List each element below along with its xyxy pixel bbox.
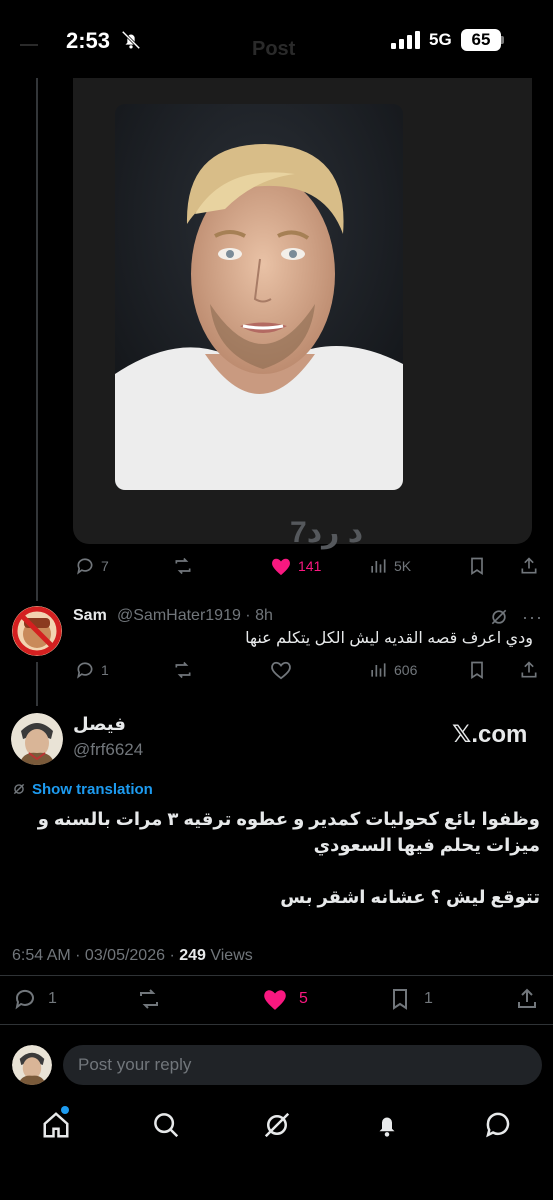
repost-icon bbox=[175, 661, 191, 679]
back-arrow-icon[interactable] bbox=[20, 44, 38, 46]
post-text-line: ميزات يحلم فيها السعودي bbox=[313, 835, 540, 855]
repost-action[interactable] bbox=[172, 660, 194, 680]
like-action[interactable] bbox=[270, 660, 292, 680]
repost-action[interactable] bbox=[135, 987, 163, 1011]
reply-count: 1 bbox=[101, 662, 109, 678]
avatar[interactable] bbox=[11, 713, 63, 765]
reply-author-name[interactable]: Sam bbox=[73, 607, 107, 625]
quoted-card-text: 7د رد bbox=[290, 516, 364, 549]
show-translation-link[interactable]: Show translation bbox=[32, 781, 153, 798]
share-action[interactable] bbox=[519, 660, 539, 680]
views-label: Views bbox=[205, 947, 253, 964]
repost-action[interactable] bbox=[172, 556, 194, 576]
bookmark-count: 1 bbox=[424, 990, 433, 1007]
grok-icon[interactable] bbox=[262, 1110, 292, 1140]
heart-icon bbox=[271, 661, 291, 680]
bookmark-action[interactable]: 1 bbox=[388, 987, 433, 1011]
divider bbox=[0, 975, 553, 976]
bookmark-icon bbox=[393, 989, 407, 1010]
bell-icon[interactable] bbox=[372, 1110, 402, 1140]
bookmark-action[interactable] bbox=[467, 660, 487, 680]
reply-author-handle[interactable]: @SamHater1919 · 8h bbox=[117, 607, 273, 625]
like-count: 141 bbox=[298, 558, 322, 574]
battery-tip bbox=[501, 36, 504, 44]
reply-input[interactable]: Post your reply bbox=[63, 1045, 542, 1085]
thread-line bbox=[36, 78, 38, 601]
post-timestamp: 6:54 AM · 03/05/2026 · bbox=[12, 947, 180, 964]
post-author-handle[interactable]: @frf6624 bbox=[73, 740, 143, 760]
post-text-line: تتوقع ليش ؟ عشانه اشقر بس bbox=[280, 887, 540, 907]
post-author-name[interactable]: فيصل bbox=[73, 714, 126, 735]
avatar[interactable] bbox=[12, 1045, 52, 1085]
heart-filled-icon bbox=[272, 558, 290, 576]
messages-icon[interactable] bbox=[483, 1110, 513, 1140]
share-icon bbox=[521, 661, 537, 678]
post-meta: 6:54 AM · 03/05/2026 · 249 Views bbox=[12, 947, 253, 965]
repost-icon bbox=[140, 989, 158, 1009]
post-text: وظفوا بائع كحوليات كمدير و عطوه ترقيه ٣ … bbox=[10, 806, 540, 910]
share-action[interactable] bbox=[515, 987, 539, 1011]
divider bbox=[0, 1024, 553, 1025]
x-watermark: 𝕏.com bbox=[452, 721, 528, 748]
share-icon bbox=[518, 988, 536, 1008]
battery-indicator: 65 bbox=[461, 29, 501, 51]
signal-icon bbox=[391, 31, 420, 49]
bookmark-icon bbox=[471, 661, 483, 680]
reply-action[interactable]: 7 bbox=[75, 556, 109, 576]
more-options-icon[interactable]: ··· bbox=[522, 607, 543, 628]
comment-icon bbox=[77, 558, 93, 575]
views-count: 606 bbox=[394, 662, 418, 678]
home-icon[interactable] bbox=[41, 1110, 71, 1140]
reply-action[interactable]: 1 bbox=[75, 660, 109, 680]
views-action[interactable]: 5K bbox=[368, 556, 411, 576]
reply-action[interactable]: 1 bbox=[12, 987, 57, 1011]
like-action[interactable]: 141 bbox=[270, 556, 321, 576]
network-label: 5G bbox=[429, 30, 452, 49]
avatar[interactable] bbox=[12, 606, 62, 656]
analytics-icon bbox=[371, 663, 386, 677]
grok-icon[interactable] bbox=[489, 607, 509, 627]
reply-text: ودي اعرف قصه القديه ليش الكل يتكلم عنها bbox=[245, 630, 533, 647]
bookmark-action[interactable] bbox=[467, 556, 487, 576]
views-action[interactable]: 606 bbox=[368, 660, 417, 680]
views-count[interactable]: 249 bbox=[179, 947, 206, 964]
thread-line bbox=[36, 662, 38, 706]
status-time: 2:53 bbox=[66, 28, 111, 53]
search-icon[interactable] bbox=[151, 1110, 181, 1140]
share-action[interactable] bbox=[519, 556, 539, 576]
page-title: Post bbox=[252, 38, 296, 60]
notification-dot bbox=[61, 1106, 69, 1114]
post-text-line bbox=[10, 858, 540, 884]
heart-filled-icon bbox=[264, 990, 286, 1010]
bell-slash-icon bbox=[121, 30, 141, 50]
views-count: 5K bbox=[394, 558, 412, 574]
post-photo[interactable] bbox=[115, 104, 403, 490]
analytics-icon bbox=[371, 559, 386, 573]
repost-icon bbox=[175, 557, 191, 575]
reply-count: 1 bbox=[48, 990, 57, 1007]
bookmark-icon bbox=[471, 557, 483, 576]
comment-icon bbox=[15, 989, 34, 1010]
post-text-line: وظفوا بائع كحوليات كمدير و عطوه ترقيه ٣ … bbox=[37, 809, 540, 829]
like-count: 5 bbox=[299, 990, 308, 1007]
comment-icon bbox=[77, 662, 93, 679]
grok-icon bbox=[13, 783, 25, 795]
reply-count: 7 bbox=[101, 558, 109, 574]
like-action[interactable]: 5 bbox=[261, 987, 308, 1011]
share-icon bbox=[521, 557, 537, 574]
